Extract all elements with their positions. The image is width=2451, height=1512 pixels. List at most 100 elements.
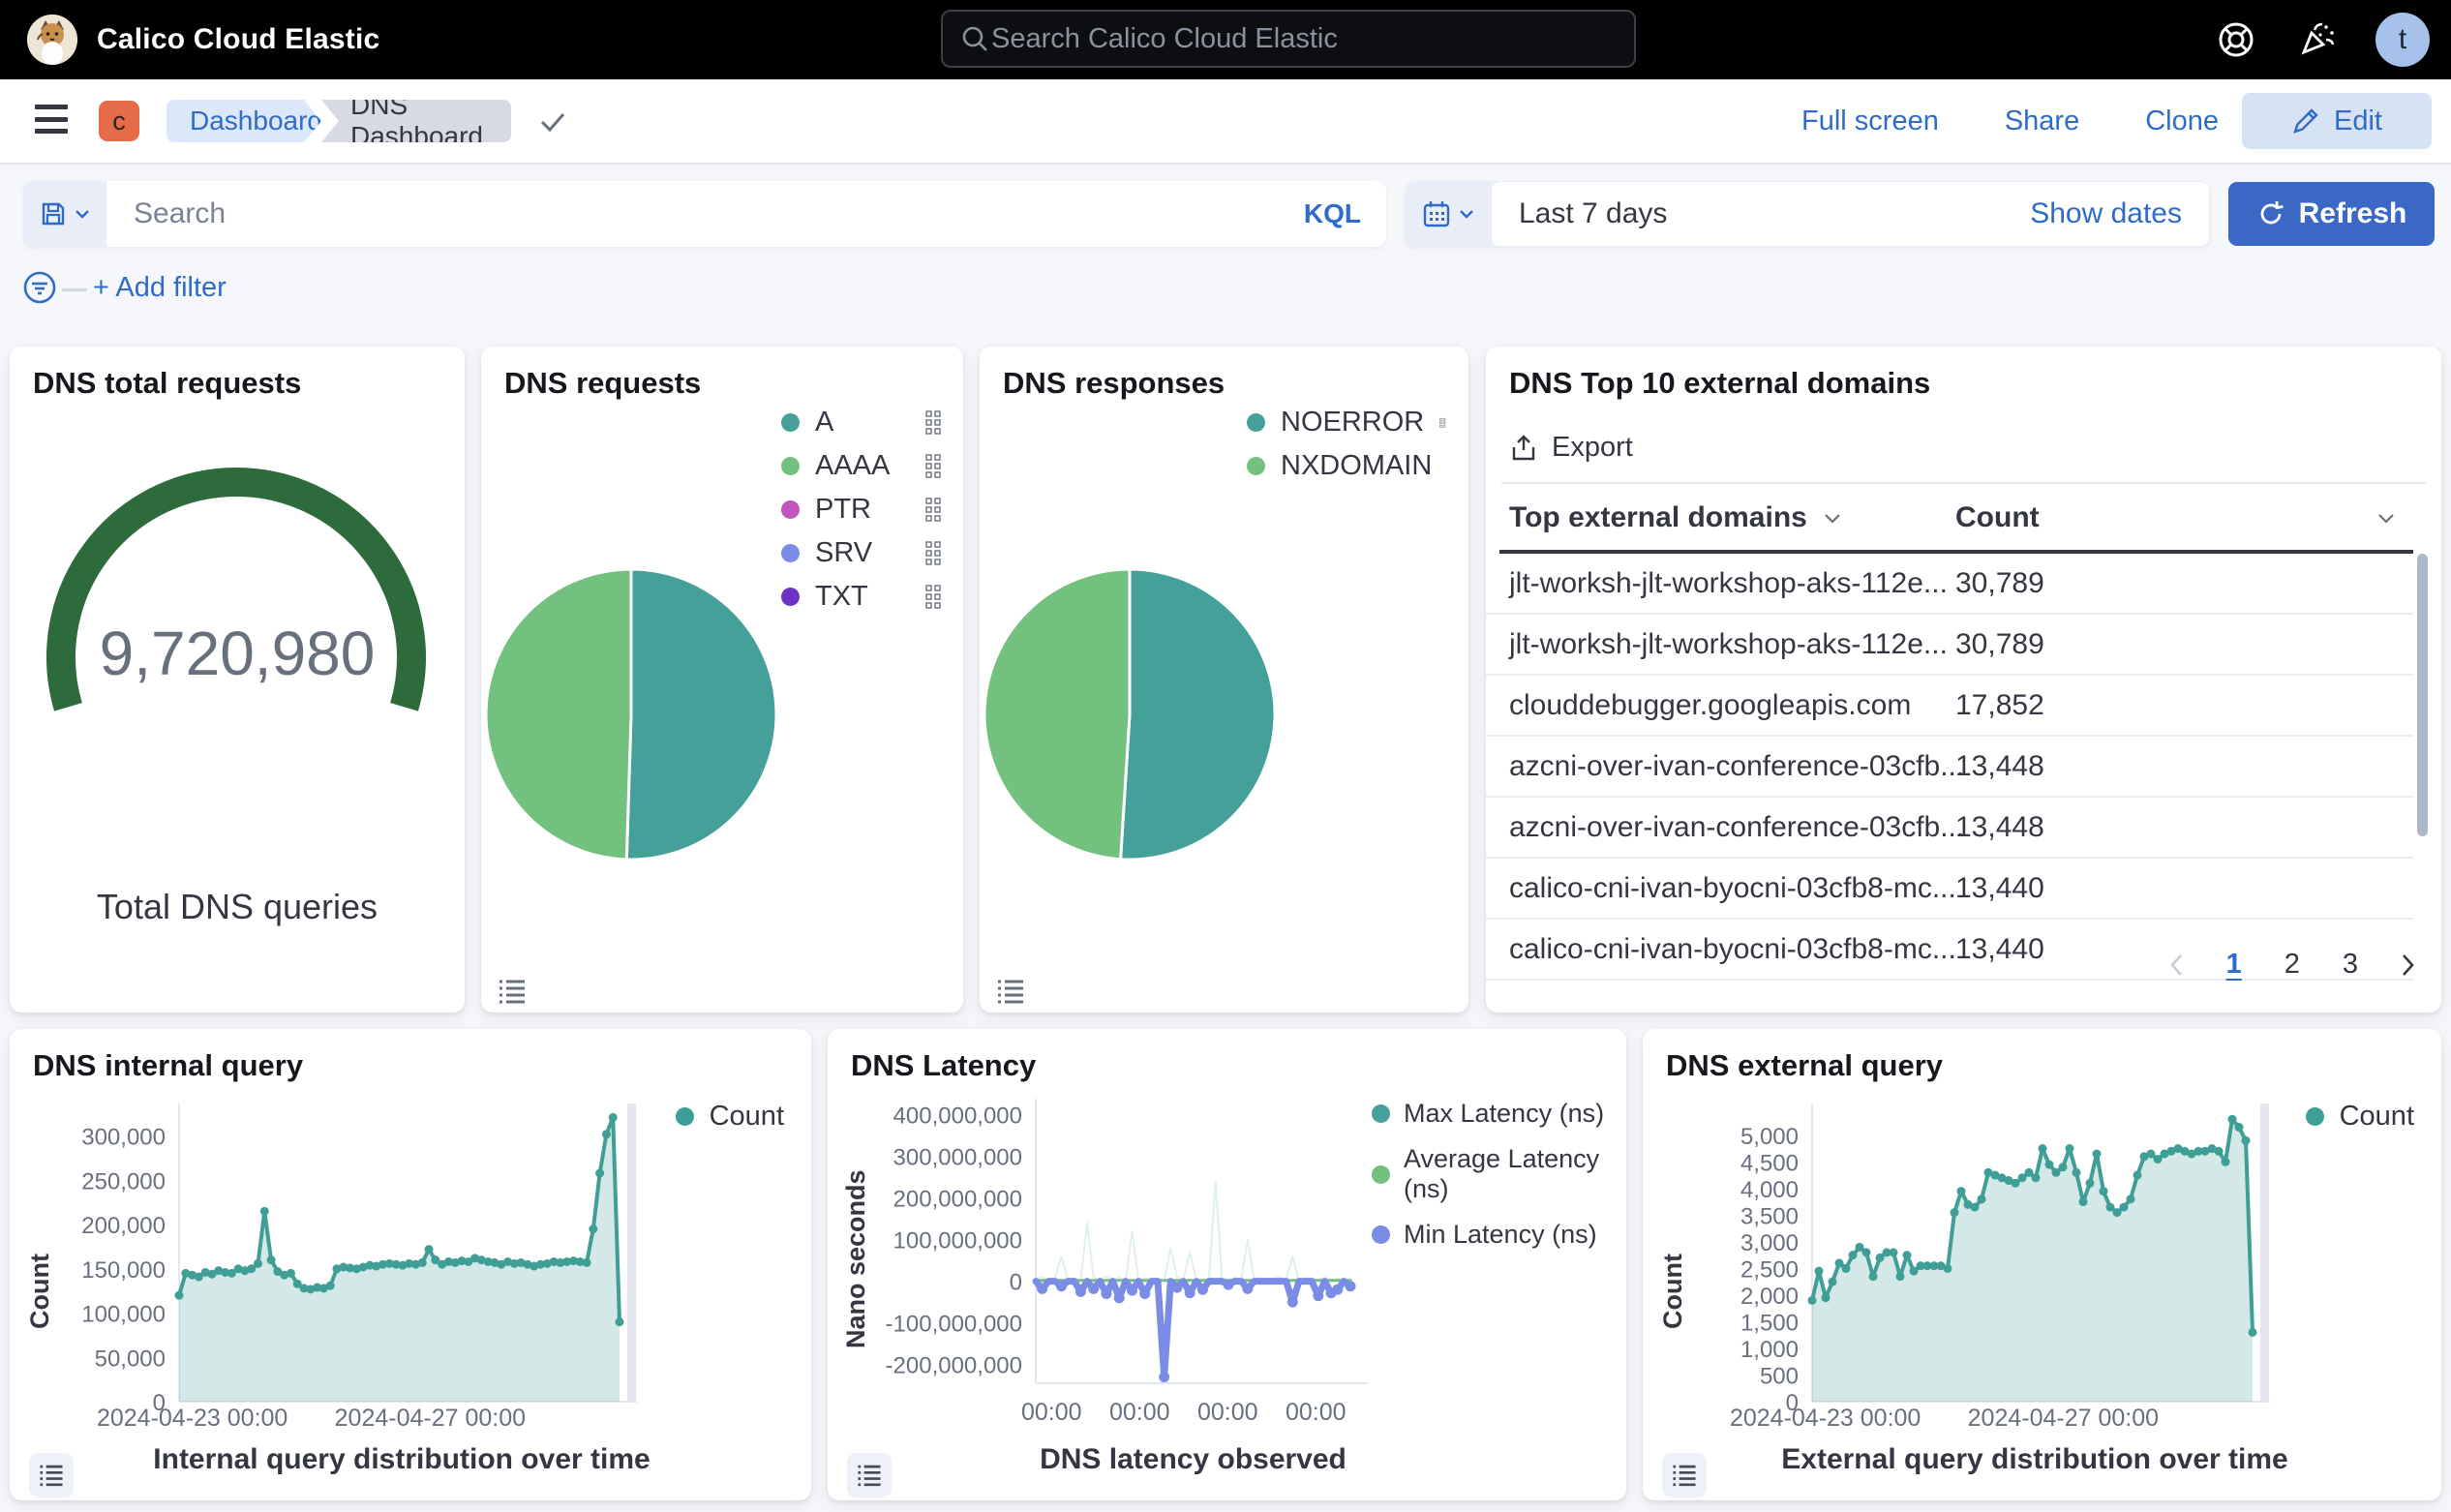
- svg-text:4,000: 4,000: [1740, 1177, 1799, 1203]
- svg-text:3,000: 3,000: [1740, 1230, 1799, 1256]
- svg-text:100,000: 100,000: [81, 1302, 166, 1328]
- show-dates-button[interactable]: Show dates: [2030, 197, 2182, 230]
- drag-handle-icon[interactable]: [1439, 410, 1446, 436]
- page-1[interactable]: 1: [2226, 949, 2242, 981]
- legend-color-dot: [1372, 1225, 1390, 1244]
- filter-divider: [62, 288, 87, 291]
- refresh-button[interactable]: Refresh: [2228, 182, 2435, 246]
- svg-text:2,500: 2,500: [1740, 1256, 1799, 1283]
- calendar-icon: [1422, 199, 1451, 228]
- full-screen-button[interactable]: Full screen: [1801, 106, 1939, 137]
- legend-color-dot: [1247, 413, 1265, 432]
- clone-button[interactable]: Clone: [2145, 106, 2219, 137]
- external-query-legend[interactable]: Count: [2306, 1101, 2414, 1133]
- drag-handle-icon[interactable]: [925, 410, 942, 436]
- add-filter-button[interactable]: + Add filter: [93, 272, 227, 304]
- svg-text:2024-04-23 00:00: 2024-04-23 00:00: [97, 1405, 287, 1432]
- chevron-down-icon: [75, 209, 90, 219]
- kql-search-field: KQL: [106, 181, 1386, 247]
- refresh-icon: [2256, 199, 2285, 228]
- date-quick-select-button[interactable]: [1406, 181, 1491, 247]
- legend-item[interactable]: A: [781, 407, 942, 438]
- svg-text:400,000,000: 400,000,000: [893, 1104, 1022, 1130]
- global-search[interactable]: [941, 10, 1636, 68]
- breadcrumb-dns-dashboard: DNS Dashboard: [321, 100, 511, 142]
- legend-item[interactable]: Average Latency (ns): [1372, 1144, 1623, 1204]
- time-range-display[interactable]: Last 7 days Show dates: [1492, 182, 2209, 246]
- panel-list-button[interactable]: [847, 1453, 892, 1497]
- drag-handle-icon[interactable]: [925, 541, 942, 566]
- menu-hamburger-icon[interactable]: [35, 105, 68, 134]
- filter-icon[interactable]: [21, 269, 58, 306]
- panel-dns-internal-query: DNS internal query 050,000100,000150,000…: [10, 1029, 811, 1500]
- legend-item[interactable]: NOERROR: [1247, 407, 1446, 438]
- legend-item[interactable]: SRV: [781, 537, 942, 569]
- legend-color-dot: [781, 588, 800, 606]
- space-badge[interactable]: c: [99, 101, 139, 141]
- count-cell: 13,440: [1955, 933, 2044, 966]
- legend-label: Min Latency (ns): [1404, 1220, 1597, 1250]
- calico-cat-logo[interactable]: [27, 15, 77, 65]
- legend-item[interactable]: Count: [2306, 1101, 2414, 1133]
- saved-query-menu-button[interactable]: [23, 181, 106, 247]
- gauge-value: 9,720,980: [10, 618, 465, 689]
- legend-color-dot: [781, 500, 800, 519]
- column-header-count[interactable]: Count: [1955, 501, 2396, 534]
- svg-text:0: 0: [1010, 1270, 1022, 1296]
- help-lifering-icon[interactable]: [2215, 18, 2257, 61]
- panel-title: DNS total requests: [33, 366, 301, 401]
- panel-list-button[interactable]: [29, 1453, 74, 1497]
- cat-logo-icon: [27, 15, 77, 65]
- count-cell: 13,448: [1955, 811, 2044, 844]
- legend-item[interactable]: Count: [676, 1101, 784, 1133]
- breadcrumb-dashboard[interactable]: Dashboard: [166, 100, 321, 142]
- export-button[interactable]: Export: [1509, 432, 1633, 464]
- legend-item[interactable]: TXT: [781, 581, 942, 613]
- svg-text:200,000,000: 200,000,000: [893, 1187, 1022, 1213]
- global-search-input[interactable]: [989, 22, 1617, 56]
- domain-cell: azcni-over-ivan-conference-03cfb...: [1509, 811, 1964, 844]
- column-label: Count: [1955, 501, 2040, 534]
- legend-label: Max Latency (ns): [1404, 1099, 1604, 1129]
- edit-button[interactable]: Edit: [2242, 93, 2432, 149]
- page-prev-icon[interactable]: [2168, 953, 2184, 978]
- drag-handle-icon[interactable]: [925, 498, 942, 523]
- legend-item[interactable]: NXDOMAIN: [1247, 450, 1446, 482]
- page-next-icon[interactable]: [2401, 953, 2416, 978]
- legend-color-dot: [676, 1107, 694, 1126]
- drag-handle-icon[interactable]: [925, 585, 942, 610]
- panel-list-icon[interactable]: [495, 974, 530, 1009]
- legend-color-dot: [781, 413, 800, 432]
- internal-query-legend[interactable]: Count: [676, 1101, 784, 1133]
- kql-language-button[interactable]: KQL: [1285, 198, 1361, 229]
- kql-search-input[interactable]: [132, 197, 1285, 231]
- legend-label: Average Latency (ns): [1404, 1144, 1623, 1204]
- panel-list-icon: [854, 1460, 885, 1491]
- news-party-popper-icon[interactable]: [2294, 17, 2339, 62]
- page-3[interactable]: 3: [2343, 949, 2358, 981]
- legend-item[interactable]: Max Latency (ns): [1372, 1099, 1623, 1129]
- page-2[interactable]: 2: [2285, 949, 2300, 981]
- drag-handle-icon[interactable]: [925, 454, 942, 479]
- share-button[interactable]: Share: [2005, 106, 2079, 137]
- legend-color-dot: [781, 544, 800, 562]
- user-avatar[interactable]: t: [2375, 13, 2430, 67]
- table-scrollbar[interactable]: [2417, 554, 2428, 836]
- svg-text:1,000: 1,000: [1740, 1337, 1799, 1363]
- column-label: Top external domains: [1509, 501, 1807, 534]
- legend-item[interactable]: AAAA: [781, 450, 942, 482]
- panel-title: DNS Top 10 external domains: [1509, 366, 1930, 401]
- table-row: azcni-over-ivan-conference-03cfb...13,44…: [1486, 737, 2413, 798]
- column-header-domains[interactable]: Top external domains: [1509, 501, 1842, 534]
- panel-list-button[interactable]: [1662, 1453, 1707, 1497]
- legend-color-dot: [1372, 1104, 1390, 1123]
- domain-cell: calico-cni-ivan-byocni-03cfb8-mc...: [1509, 872, 1956, 905]
- panel-list-icon[interactable]: [993, 974, 1028, 1009]
- legend-item[interactable]: Min Latency (ns): [1372, 1220, 1623, 1250]
- legend-item[interactable]: PTR: [781, 494, 942, 526]
- domain-cell: clouddebugger.googleapis.com: [1509, 689, 1911, 722]
- saved-check-icon[interactable]: [538, 110, 567, 134]
- panel-title: DNS Latency: [851, 1048, 1036, 1083]
- x-axis-title: DNS latency observed: [789, 1443, 1597, 1476]
- date-picker-bar: Last 7 days Show dates: [1406, 181, 2210, 247]
